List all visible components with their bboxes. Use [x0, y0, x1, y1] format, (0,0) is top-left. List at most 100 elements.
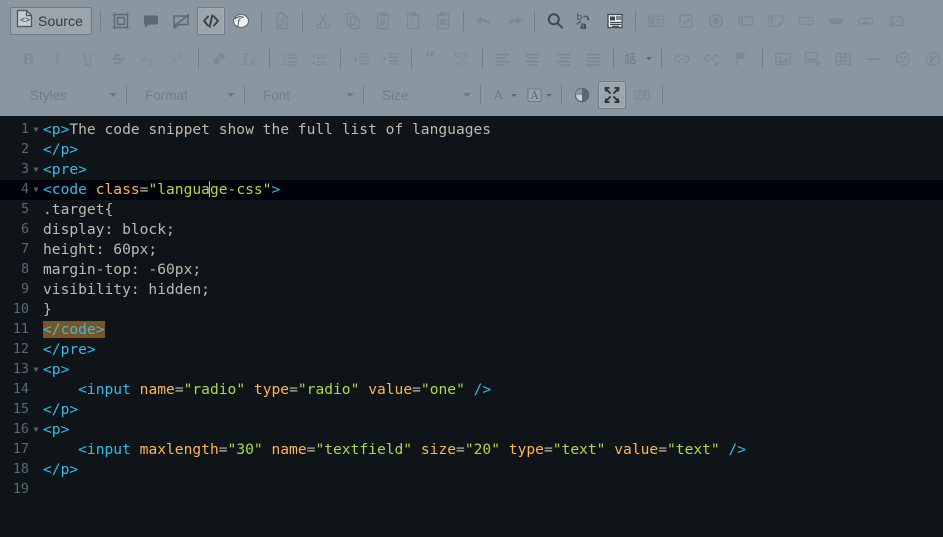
comment-icon[interactable] — [137, 7, 165, 35]
code-line[interactable]: 17 <input maxlength="30" name="textfield… — [0, 440, 943, 460]
mathjax-icon[interactable]: f — [227, 7, 255, 35]
align-right-icon[interactable] — [549, 45, 577, 73]
text-color-icon[interactable]: A — [487, 81, 520, 109]
smiley-icon[interactable] — [889, 45, 917, 73]
new-page-icon[interactable] — [268, 7, 296, 35]
code-line[interactable]: 4 ▼ <code class="language-css"> — [0, 180, 943, 200]
table-icon[interactable] — [829, 45, 857, 73]
select-field-icon[interactable] — [792, 7, 820, 35]
create-div-icon[interactable]: DIV </> — [448, 45, 476, 73]
insert-media-icon[interactable] — [799, 45, 827, 73]
text-field-icon[interactable] — [732, 7, 760, 35]
italic-icon[interactable]: I — [44, 45, 72, 73]
decrease-indent-icon[interactable] — [347, 45, 375, 73]
code-line[interactable]: 7 height: 60px; — [0, 240, 943, 260]
templates-icon[interactable] — [107, 7, 135, 35]
code-snippet-icon[interactable] — [196, 6, 225, 35]
code-line[interactable]: 8 margin-top: -60px; — [0, 260, 943, 280]
code-token: The code snippet show the full list of l… — [69, 121, 492, 138]
maximize-icon[interactable] — [598, 81, 626, 109]
undo-icon[interactable] — [470, 7, 498, 35]
source-code-editor[interactable]: 1 ▼ <p>The code snippet show the full list… — [0, 116, 943, 537]
special-character-icon[interactable] — [919, 45, 943, 73]
link-icon[interactable] — [668, 45, 696, 73]
code-line[interactable]: 9 visibility: hidden; — [0, 280, 943, 300]
code-line[interactable]: 11 </code> — [0, 320, 943, 340]
code-line[interactable]: 1 ▼ <p>The code snippet show the full list… — [0, 120, 943, 140]
code-line[interactable]: 3 ▼ <pre> — [0, 160, 943, 180]
font-combo[interactable]: Font — [250, 82, 358, 108]
anchor-icon[interactable] — [728, 45, 756, 73]
copy-icon[interactable] — [339, 7, 367, 35]
image-button-icon[interactable] — [852, 7, 880, 35]
bulleted-list-icon[interactable] — [306, 45, 334, 73]
button-icon[interactable] — [822, 7, 850, 35]
code-line[interactable]: 10} — [0, 300, 943, 320]
bold-icon[interactable]: B — [14, 45, 42, 73]
image-icon[interactable] — [769, 45, 797, 73]
fold-arrow-icon[interactable]: ▼ — [29, 360, 43, 380]
increase-indent-icon[interactable] — [377, 45, 405, 73]
format-combo[interactable]: Format — [132, 82, 239, 108]
textarea-icon[interactable] — [762, 7, 790, 35]
code-line[interactable]: 6 display: block; — [0, 220, 943, 240]
paste-from-word-icon[interactable] — [429, 7, 457, 35]
fold-arrow-icon[interactable]: ▼ — [29, 160, 43, 180]
code-line[interactable]: 15 </p> — [0, 400, 943, 420]
chevron-down-icon — [227, 93, 235, 97]
horizontal-rule-icon[interactable] — [859, 45, 887, 73]
blockquote-icon[interactable]: ” — [418, 45, 446, 73]
fold-arrow-icon[interactable]: ▼ — [29, 180, 43, 200]
replace-icon[interactable]: b a — [571, 7, 599, 35]
underline-icon[interactable]: U — [74, 45, 102, 73]
code-token: = — [658, 441, 667, 458]
about-icon[interactable] — [628, 81, 656, 109]
code-line[interactable]: 16 ▼ <p> — [0, 420, 943, 440]
fold-arrow-icon[interactable]: ▼ — [29, 120, 43, 140]
chevron-down-icon — [546, 93, 552, 97]
unlink-icon[interactable] — [698, 45, 726, 73]
size-combo[interactable]: Size — [369, 82, 475, 108]
paste-icon[interactable] — [369, 7, 397, 35]
hidden-field-icon[interactable] — [882, 7, 910, 35]
styles-combo[interactable]: Styles — [17, 82, 121, 108]
chevron-down-icon — [346, 93, 354, 97]
background-color-icon[interactable]: A — [522, 81, 555, 109]
strikethrough-icon[interactable]: S — [104, 45, 132, 73]
hide-comment-icon[interactable] — [167, 7, 195, 35]
form-icon[interactable] — [642, 7, 670, 35]
show-blocks-icon[interactable] — [568, 81, 596, 109]
source-button[interactable]: <> Source — [10, 6, 92, 35]
code-line[interactable]: 19 — [0, 480, 943, 500]
subscript-icon[interactable]: x2 — [134, 45, 162, 73]
toolbar-separator — [480, 85, 481, 105]
align-center-icon[interactable] — [519, 45, 547, 73]
copy-formatting-icon[interactable] — [205, 45, 233, 73]
code-line-text: margin-top: -60px; — [43, 260, 943, 280]
justify-icon[interactable] — [579, 45, 607, 73]
code-line[interactable]: 18 </p> — [0, 460, 943, 480]
select-all-icon[interactable] — [601, 7, 629, 35]
code-line[interactable]: 13 ▼ <p> — [0, 360, 943, 380]
align-left-icon[interactable] — [489, 45, 517, 73]
paste-as-text-icon[interactable]: T — [399, 7, 427, 35]
code-token: name — [271, 441, 307, 458]
remove-format-icon[interactable]: T — [235, 45, 263, 73]
radio-button-icon[interactable] — [702, 7, 730, 35]
code-line[interactable]: 5 .target{ — [0, 200, 943, 220]
cut-icon[interactable] — [309, 7, 337, 35]
numbered-list-icon[interactable]: 1 2 — [276, 45, 304, 73]
redo-icon[interactable] — [500, 7, 528, 35]
fold-arrow-icon[interactable]: ▼ — [29, 420, 43, 440]
code-token: <p> — [43, 361, 70, 378]
code-line[interactable]: 14 <input name="radio" type="radio" valu… — [0, 380, 943, 400]
code-line[interactable]: 2 </p> — [0, 140, 943, 160]
code-line[interactable]: 12 </pre> — [0, 340, 943, 360]
find-icon[interactable] — [541, 7, 569, 35]
superscript-icon[interactable]: x2 — [164, 45, 192, 73]
checkbox-icon[interactable] — [672, 7, 700, 35]
code-token: .target{ — [43, 201, 114, 218]
code-token: <pre> — [43, 161, 87, 178]
toolbar-separator — [762, 48, 763, 69]
language-icon[interactable]: 話 — [620, 45, 655, 73]
